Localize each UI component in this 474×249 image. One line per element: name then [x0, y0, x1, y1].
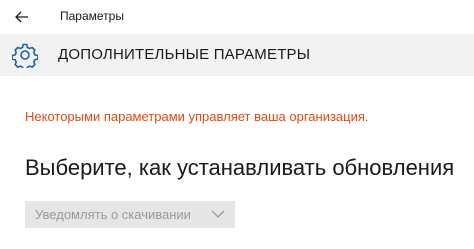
- managed-by-organization-notice: Некоторыми параметрами управляет ваша ор…: [25, 109, 369, 124]
- back-arrow-icon: [15, 11, 28, 23]
- dropdown-selected-value: Уведомлять о скачивании: [35, 207, 191, 222]
- section-heading: Выберите, как устанавливать обновления: [25, 155, 455, 180]
- window-title: Параметры: [60, 9, 124, 23]
- page-header: ДОПОЛНИТЕЛЬНЫЕ ПАРАМЕТРЫ: [0, 34, 474, 76]
- page-title: ДОПОЛНИТЕЛЬНЫЕ ПАРАМЕТРЫ: [58, 46, 311, 63]
- update-mode-dropdown[interactable]: Уведомлять о скачивании: [25, 201, 235, 228]
- back-button[interactable]: [8, 5, 36, 29]
- title-bar: Параметры: [0, 0, 474, 34]
- gear-icon: [12, 43, 38, 68]
- chevron-down-icon: [211, 210, 225, 218]
